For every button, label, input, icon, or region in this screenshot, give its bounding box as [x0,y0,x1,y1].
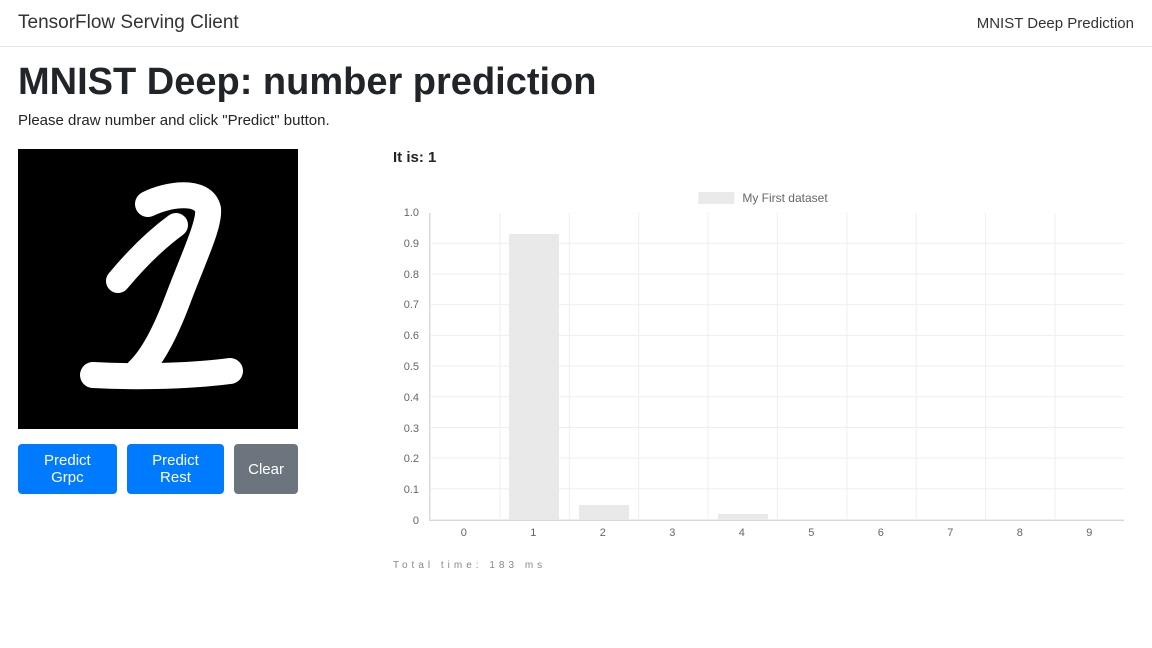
button-row: Predict Grpc Predict Rest Clear [18,444,298,494]
chart-y-tick: 0.5 [404,361,419,373]
chart-y-tick: 0.3 [404,423,419,435]
timing-text: Total time: 183 ms [393,560,1134,571]
chart-x-tick: 0 [461,527,467,539]
drawn-digit [18,149,298,429]
chart-legend: My First dataset [698,191,827,205]
chart-bars [430,213,1124,520]
result-label: It is: 1 [393,149,1134,166]
draw-column: Predict Grpc Predict Rest Clear [18,149,298,494]
chart-x-tick: 7 [947,527,953,539]
legend-label: My First dataset [742,191,827,205]
chart-y-tick: 0.8 [404,269,419,281]
chart-x-tick: 9 [1086,527,1092,539]
chart-bar [509,234,559,520]
page-title: MNIST Deep: number prediction [18,61,1134,104]
chart-x-tick: 2 [600,527,606,539]
page-subtitle: Please draw number and click "Predict" b… [18,112,1134,129]
chart-y-tick: 0.4 [404,392,419,404]
predict-grpc-button[interactable]: Predict Grpc [18,444,117,494]
navbar: TensorFlow Serving Client MNIST Deep Pre… [0,0,1152,47]
chart-y-tick: 0.6 [404,330,419,342]
chart-y-tick: 1.0 [404,207,419,219]
chart-x-tick: 4 [739,527,745,539]
clear-button[interactable]: Clear [234,444,298,494]
chart-y-tick: 0.9 [404,238,419,250]
chart-x-ticks: 0 1 2 3 4 5 6 7 8 9 [429,523,1124,543]
chart-y-tick: 0.7 [404,299,419,311]
chart-y-tick: 0 [413,515,419,527]
chart-y-tick: 0.2 [404,453,419,465]
chart-x-tick: 6 [878,527,884,539]
drawing-canvas[interactable] [18,149,298,429]
chart-bar [718,514,768,520]
navbar-link-mnist[interactable]: MNIST Deep Prediction [977,15,1134,32]
chart-x-tick: 1 [530,527,536,539]
chart-x-tick: 3 [669,527,675,539]
chart-y-tick: 0.1 [404,484,419,496]
navbar-brand[interactable]: TensorFlow Serving Client [18,12,239,34]
chart-x-tick: 8 [1017,527,1023,539]
chart-plot-area [429,213,1124,521]
chart-bar [579,505,629,520]
result-column: It is: 1 My First dataset 0 0.1 0.2 0.3 0.4 0… [393,149,1134,571]
legend-swatch [698,192,734,204]
result-label-prefix: It is: [393,149,428,166]
result-label-value: 1 [428,149,436,166]
predict-rest-button[interactable]: Predict Rest [127,444,224,494]
probability-chart: My First dataset 0 0.1 0.2 0.3 0.4 0.5 0.6 0.7 0… [393,191,1133,556]
main-content: MNIST Deep: number prediction Please dra… [0,47,1152,585]
chart-x-tick: 5 [808,527,814,539]
chart-y-ticks: 00.10.20.30.40.50.60.70.80.91.0 [393,213,425,521]
